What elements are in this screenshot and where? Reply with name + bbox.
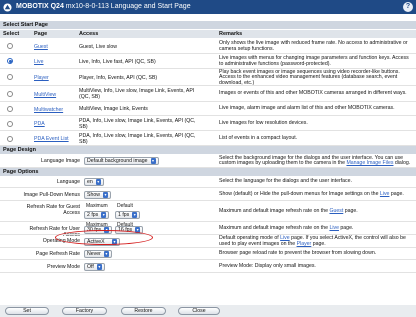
pulldown-row: Image Pull-Down Menus Show ▾ Show (defaul… bbox=[0, 188, 416, 201]
section-page-options: Page Options bbox=[0, 168, 416, 176]
table-header: Select Page Access Remarks bbox=[0, 30, 416, 38]
guest-max-label: Maximum bbox=[86, 203, 108, 209]
preview-mode-row: Preview Mode Off ▾ Preview Mode: Display … bbox=[0, 260, 416, 273]
section-page-design: Page Design bbox=[0, 146, 416, 154]
link-multiview[interactable]: MultiView bbox=[34, 92, 56, 98]
start-page-row-pda-event-list: PDA Event List PDA, Info, Live slow, Ima… bbox=[0, 131, 416, 146]
radio-multiview[interactable] bbox=[7, 91, 13, 97]
col-select: Select bbox=[3, 31, 20, 37]
link-pda-event-list[interactable]: PDA Event List bbox=[34, 136, 69, 142]
link-live[interactable]: Live bbox=[34, 59, 44, 65]
col-remarks: Remarks bbox=[219, 31, 243, 37]
link-player[interactable]: Player bbox=[34, 75, 49, 81]
start-page-row-live: Live Live, Info, Live fast, API (QC, SB)… bbox=[0, 54, 416, 69]
language-remarks: Select the language for the dialogs and … bbox=[219, 178, 352, 184]
radio-guest[interactable] bbox=[7, 43, 13, 49]
language-row: Language en ▾ Select the language for the… bbox=[0, 176, 416, 188]
preview-mode-remarks: Preview Mode: Display only small images. bbox=[219, 262, 316, 269]
background-image-select[interactable]: Default background image ▾ bbox=[84, 157, 159, 165]
start-page-row-pda: PDA PDA, Info, Live slow, Image Link, Ev… bbox=[0, 116, 416, 131]
operating-mode-remarks: Default operating mode of Live page. If … bbox=[219, 235, 406, 247]
language-label: Language bbox=[56, 179, 80, 185]
guest-default-select[interactable]: 1 fps ▾ bbox=[115, 211, 141, 219]
design-remarks: Select the background image for the dial… bbox=[219, 154, 411, 167]
link-pda[interactable]: PDA bbox=[34, 121, 45, 127]
set-button[interactable]: Set bbox=[5, 307, 49, 315]
access-text: Live, Info, Live fast, API (QC, SB) bbox=[79, 58, 156, 65]
factory-button[interactable]: Factory bbox=[62, 307, 107, 315]
access-text: Guest, Live slow bbox=[79, 43, 118, 50]
page-refresh-remarks: Browser page reload rate to prevent the … bbox=[219, 250, 377, 256]
start-page-row-guest: Guest Guest, Live slow Only shows the li… bbox=[0, 39, 416, 54]
page-refresh-row: Page Refresh Rate Never ▾ Browser page re… bbox=[0, 248, 416, 260]
link-multiwatcher[interactable]: Multiwatcher bbox=[34, 107, 63, 113]
radio-player[interactable] bbox=[7, 74, 13, 80]
preview-mode-label: Preview Mode bbox=[47, 263, 80, 270]
chevron-down-icon: ▾ bbox=[102, 191, 108, 198]
col-page: Page bbox=[34, 31, 48, 37]
remarks-text: Live images with menus for changing imag… bbox=[219, 55, 409, 67]
user-rate-remarks: Maximum and default image refresh rate o… bbox=[219, 225, 354, 231]
remarks-text: List of events in a compact layout. bbox=[219, 135, 298, 141]
guest-default-label: Default bbox=[117, 203, 133, 209]
remarks-text: Only shows the live image with reduced f… bbox=[219, 40, 408, 52]
remarks-text: Live images for low resolution devices. bbox=[219, 120, 308, 126]
design-label: Language Image bbox=[41, 158, 80, 164]
preview-mode-select[interactable]: Off ▾ bbox=[84, 262, 105, 271]
design-row: Language Image Default background image ▾… bbox=[0, 154, 416, 168]
link-guest[interactable]: Guest bbox=[34, 44, 48, 50]
button-bar: Set Factory Restore Close bbox=[0, 305, 416, 317]
guest-link[interactable]: Guest bbox=[329, 208, 343, 214]
pulldown-label: Image Pull-Down Menus bbox=[23, 191, 80, 198]
highlight-ellipse bbox=[55, 230, 153, 245]
start-page-row-multiview: MultiView MultiView, Info, Live slow, Im… bbox=[0, 86, 416, 102]
col-access: Access bbox=[79, 31, 99, 37]
chevron-down-icon: ▾ bbox=[150, 158, 156, 164]
access-text: MultiView, Image Link, Events bbox=[79, 106, 148, 112]
pulldown-select[interactable]: Show ▾ bbox=[84, 190, 111, 199]
chevron-down-icon: ▾ bbox=[101, 212, 107, 218]
radio-pda[interactable] bbox=[7, 120, 13, 127]
page-subtitle: mx10-8-0-113 Language and Start Page bbox=[65, 3, 191, 10]
title-bar: MOBOTIX Q24 mx10-8-0-113 Language and St… bbox=[0, 0, 416, 14]
chevron-down-icon: ▾ bbox=[96, 263, 102, 270]
start-page-row-player: Player Player, Info, Events, API (QC, SB… bbox=[0, 69, 416, 86]
app-title: MOBOTIX Q24 bbox=[16, 3, 64, 10]
live-link[interactable]: Live bbox=[380, 191, 390, 197]
access-text: MultiView, Info, Live slow, Image Link, … bbox=[79, 88, 195, 100]
restore-button[interactable]: Restore bbox=[121, 307, 166, 315]
manage-image-files-link[interactable]: Manage Image Files bbox=[346, 160, 393, 166]
guest-rate-row: Refresh Rate for Guest Access Maximum De… bbox=[0, 201, 416, 222]
remarks-text: Live image, alarm image and alarm list o… bbox=[219, 105, 395, 111]
remarks-text: Images or events of this and other MOBOT… bbox=[219, 90, 407, 96]
radio-pda-event-list[interactable] bbox=[7, 135, 13, 142]
close-button[interactable]: Close bbox=[178, 307, 220, 315]
radio-live[interactable] bbox=[7, 58, 13, 64]
guest-max-select[interactable]: 2 fps ▾ bbox=[84, 211, 110, 219]
access-text: Player, Info, Events, API (QC, SB) bbox=[79, 74, 158, 81]
access-text: PDA, Info, Live slow, Image Link, Events… bbox=[79, 117, 196, 130]
page-refresh-label: Page Refresh Rate bbox=[35, 251, 80, 257]
mobotix-logo-icon bbox=[3, 2, 12, 12]
page-refresh-select[interactable]: Never ▾ bbox=[84, 250, 112, 258]
radio-multiwatcher[interactable] bbox=[7, 106, 13, 112]
pulldown-remarks: Show (default) or Hide the pull-down men… bbox=[219, 190, 404, 197]
language-select[interactable]: en ▾ bbox=[84, 178, 104, 186]
live-link[interactable]: Live bbox=[329, 225, 339, 231]
remarks-text: Play back event images or image sequence… bbox=[219, 68, 400, 86]
section-select-start-page: Select Start Page bbox=[0, 21, 416, 29]
player-link[interactable]: Player bbox=[297, 241, 312, 247]
chevron-down-icon: ▾ bbox=[103, 251, 109, 257]
guest-rate-remarks: Maximum and default image refresh rate o… bbox=[219, 208, 358, 214]
start-page-row-multiwatcher: Multiwatcher MultiView, Image Link, Even… bbox=[0, 102, 416, 116]
chevron-down-icon: ▾ bbox=[95, 179, 101, 185]
help-icon[interactable]: ? bbox=[403, 2, 413, 12]
access-text: PDA, Info, Live slow, Image Link, Events… bbox=[79, 132, 196, 145]
guest-rate-label: Refresh Rate for Guest Access bbox=[26, 204, 80, 216]
chevron-down-icon: ▾ bbox=[132, 212, 138, 218]
